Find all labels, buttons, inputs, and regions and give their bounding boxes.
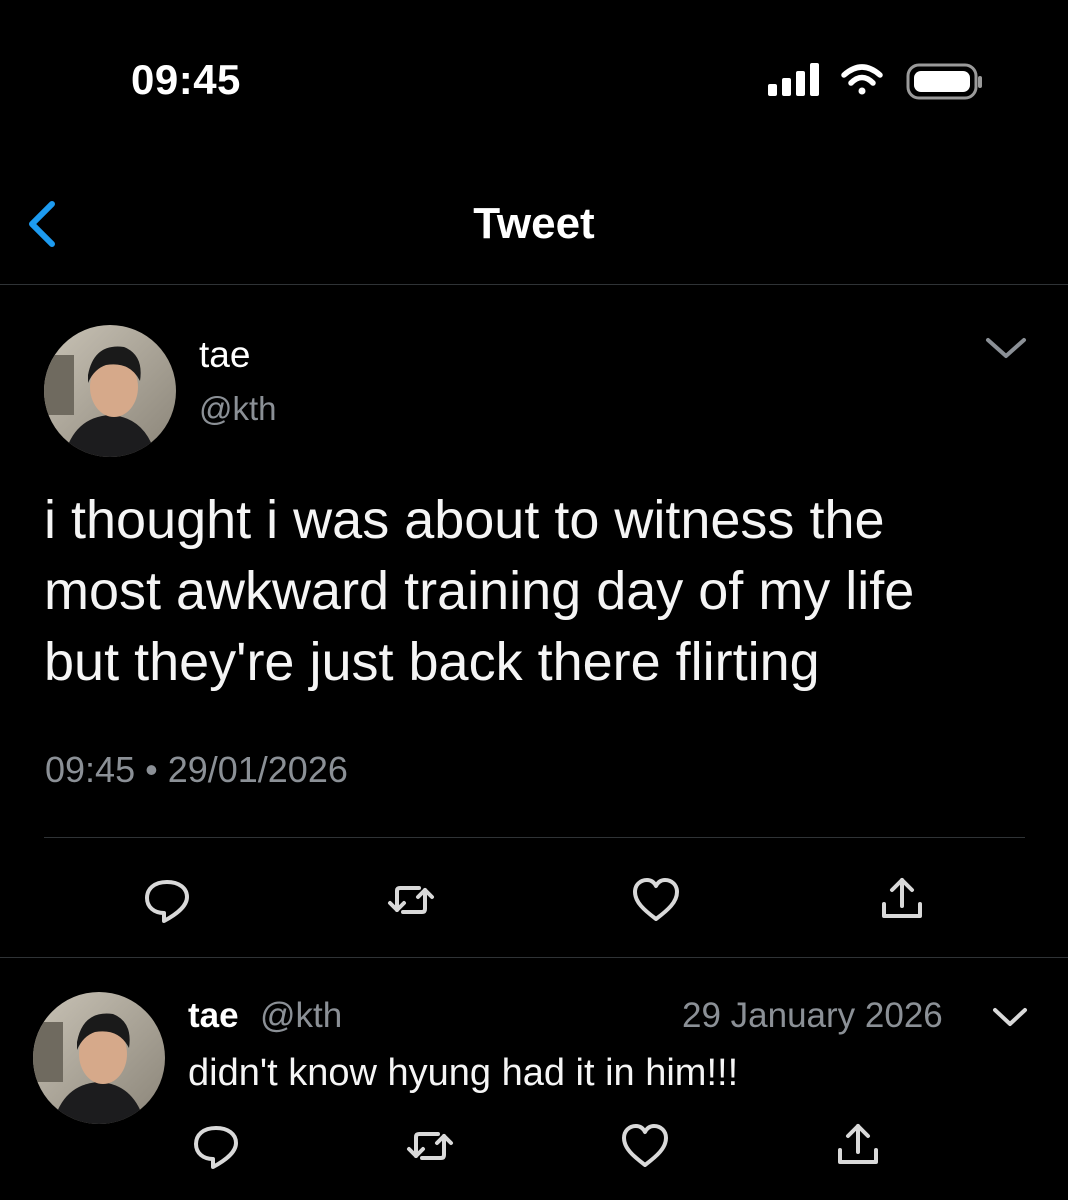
- reply-button[interactable]: [186, 1116, 246, 1176]
- heart-icon: [622, 1124, 668, 1167]
- share-button[interactable]: [872, 870, 932, 930]
- author-handle[interactable]: @kth: [199, 388, 277, 430]
- share-icon: [882, 878, 922, 918]
- reply-date: 29 January 2026: [682, 996, 943, 1035]
- retweet-icon: [407, 1132, 453, 1160]
- status-bar-time: 09:45: [131, 56, 241, 103]
- meta-divider: [44, 837, 1025, 838]
- battery-icon: [906, 63, 982, 100]
- share-icon: [838, 1124, 878, 1164]
- chevron-down-icon: [993, 1008, 1027, 1026]
- tweet-text-line: i thought i was about to witness the: [44, 490, 885, 550]
- reply-options-button[interactable]: [990, 1000, 1030, 1036]
- author-name[interactable]: tae: [199, 333, 250, 377]
- like-button[interactable]: [615, 1116, 675, 1176]
- nav-divider: [0, 284, 1068, 285]
- reply-icon: [194, 1126, 238, 1169]
- reply-text: didn't know hyung had it in him!!!: [188, 1052, 739, 1094]
- tweet-divider: [0, 957, 1068, 958]
- avatar[interactable]: [44, 325, 176, 457]
- signal-icon: [768, 63, 819, 96]
- status-bar-icons: [764, 60, 984, 104]
- wifi-icon: [841, 64, 883, 95]
- retweet-button[interactable]: [381, 870, 441, 930]
- tweet-text: i thought i was about to witness the mos…: [44, 485, 1044, 698]
- tweet-timestamp[interactable]: 09:45 • 29/01/2026: [45, 748, 348, 792]
- chevron-down-icon: [986, 338, 1026, 358]
- tweet-options-button[interactable]: [983, 328, 1029, 368]
- avatar[interactable]: [33, 992, 165, 1124]
- tweet-text-line: most awkward training day of my life: [44, 561, 915, 621]
- retweet-icon: [388, 886, 434, 914]
- share-button[interactable]: [828, 1116, 888, 1176]
- page-title: Tweet: [473, 199, 595, 248]
- heart-icon: [633, 878, 679, 921]
- reply-author-handle[interactable]: @kth: [260, 994, 342, 1038]
- retweet-button[interactable]: [400, 1116, 460, 1176]
- tweet-text-line: but they're just back there flirting: [44, 632, 820, 692]
- like-button[interactable]: [626, 870, 686, 930]
- reply-icon: [145, 880, 189, 923]
- reply-author-name[interactable]: tae: [188, 994, 239, 1038]
- reply-button[interactable]: [137, 870, 197, 930]
